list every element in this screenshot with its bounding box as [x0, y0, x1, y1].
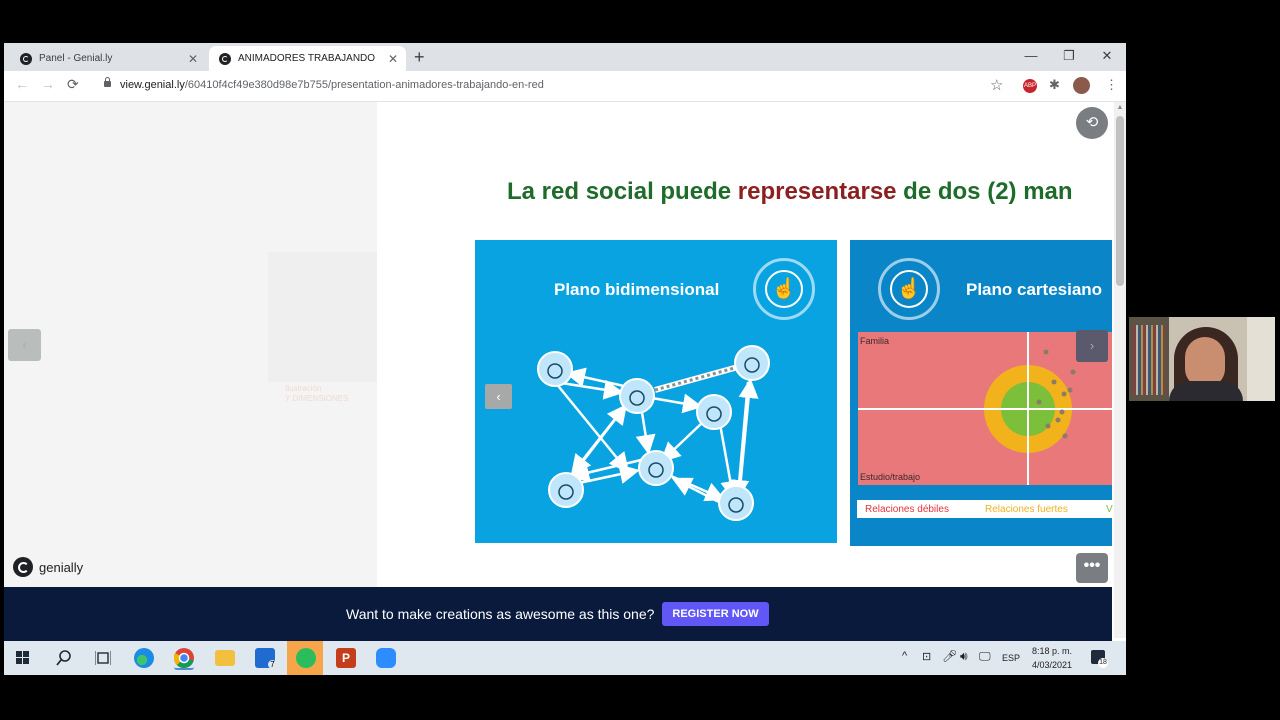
genially-favicon-icon: [20, 52, 32, 65]
page-scrollbar[interactable]: ▲ ▼: [1114, 102, 1126, 675]
close-tab-icon[interactable]: ✕: [388, 52, 398, 66]
reload-button[interactable]: ⟳: [67, 76, 79, 93]
task-view-icon[interactable]: [95, 651, 111, 665]
close-tab-icon[interactable]: ✕: [188, 52, 198, 66]
url-host: view.genial.ly: [120, 79, 185, 91]
cartesian-chart: Familia Estudio/trabajo: [858, 332, 1112, 485]
legend-weak-relations: Relaciones débiles: [865, 504, 949, 515]
extensions-puzzle-icon[interactable]: ✱: [1049, 77, 1060, 93]
card-next-button[interactable]: ›: [1076, 330, 1108, 362]
hand-pointer-icon: ☝: [896, 278, 922, 300]
genially-logo-icon: [13, 557, 33, 577]
zoom-icon[interactable]: [376, 648, 396, 668]
card-title: Plano cartesiano: [966, 280, 1103, 299]
legend-strong-relations: Relaciones fuertes: [985, 504, 1068, 515]
tab-animadores[interactable]: ANIMADORES TRABAJANDO EN RED ✕: [209, 46, 406, 71]
tab-strip: Panel - Genial.ly ✕ ANIMADORES TRABAJAND…: [4, 43, 1126, 71]
genially-favicon-icon: [219, 52, 231, 65]
show-hidden-icons-icon[interactable]: ^: [902, 650, 907, 662]
more-options-button[interactable]: •••: [1076, 553, 1108, 583]
ghost-slide-text: Ilustración Y DIMENSIONES: [285, 384, 349, 403]
browser-menu-icon[interactable]: ⋮: [1105, 77, 1118, 93]
windows-start-icon[interactable]: [16, 651, 30, 665]
edge-browser-icon[interactable]: [134, 648, 154, 668]
mail-icon[interactable]: 7: [255, 648, 277, 669]
presenter-face: [1185, 337, 1225, 387]
profile-avatar[interactable]: [1073, 77, 1090, 94]
restore-button[interactable]: ❐: [1054, 45, 1084, 67]
tab-panel-genially[interactable]: Panel - Genial.ly ✕: [10, 46, 206, 71]
chart-legend: Relaciones débiles Relaciones fuertes V: [857, 500, 1113, 518]
card-previous-button[interactable]: ‹: [485, 384, 512, 409]
tab-title: Panel - Genial.ly: [39, 53, 113, 64]
webcam-video-thumbnail: [1129, 317, 1275, 401]
banner-text: Want to make creations as awesome as thi…: [346, 606, 655, 622]
genially-viewer: Ilustración Y DIMENSIONES ‹ genially ⟲ L…: [4, 102, 1113, 587]
hand-pointer-icon: ☝: [771, 278, 797, 300]
tab-title: ANIMADORES TRABAJANDO EN RED: [238, 53, 378, 64]
adblock-extension-icon[interactable]: ABP: [1023, 79, 1037, 93]
back-button[interactable]: ←: [15, 76, 29, 92]
legend-third: V: [1106, 504, 1113, 515]
scroll-thumb[interactable]: [1116, 116, 1124, 286]
microphone-icon[interactable]: 🎤︎: [942, 649, 957, 663]
language-indicator[interactable]: ESP: [1002, 653, 1020, 663]
url-path: /60410f4cf49e380d98e7b755/presentation-a…: [184, 79, 544, 91]
mail-badge: 7: [268, 660, 277, 669]
network-drive-icon[interactable]: ⊡: [922, 650, 931, 663]
chrome-browser-icon[interactable]: [173, 648, 194, 670]
register-now-button[interactable]: REGISTER NOW: [662, 602, 769, 626]
genially-logo-text: genially: [39, 559, 84, 575]
search-icon[interactable]: [56, 650, 72, 666]
chat-app-icon[interactable]: [296, 648, 316, 668]
browser-toolbar: ← → ⟳ view.genial.ly/60410f4cf49e380d98e…: [4, 71, 1126, 102]
card-plano-bidimensional: Plano bidimensional ☝: [475, 240, 837, 543]
rotate-device-button[interactable]: ⟲: [1076, 107, 1108, 139]
touch-button[interactable]: ☝: [878, 258, 940, 320]
scroll-up-icon[interactable]: ▲: [1114, 104, 1126, 111]
close-window-button[interactable]: ✕: [1092, 45, 1122, 67]
lock-icon: [104, 77, 111, 87]
address-bar[interactable]: view.genial.ly/60410f4cf49e380d98e7b755/…: [120, 79, 544, 91]
browser-window: Panel - Genial.ly ✕ ANIMADORES TRABAJAND…: [4, 43, 1126, 675]
forward-button[interactable]: →: [41, 76, 55, 92]
clock-time[interactable]: 8:18 p. m.: [1032, 646, 1072, 656]
powerpoint-icon[interactable]: P: [336, 648, 356, 668]
bookmark-star-icon[interactable]: ☆: [990, 76, 1003, 94]
windows-taskbar: 7 P ^ ⊡ 🎤︎ 🔊︎ 🖵︎ ESP 8:18 p. m. 4/03/202…: [4, 641, 1126, 675]
axis-label-bottom: Estudio/trabajo: [860, 472, 921, 482]
minimize-button[interactable]: —: [1016, 45, 1046, 67]
clock-date[interactable]: 4/03/2021: [1032, 660, 1072, 670]
touch-button[interactable]: ☝: [753, 258, 815, 320]
previous-slide-button[interactable]: ‹: [8, 329, 41, 361]
register-banner: Want to make creations as awesome as thi…: [4, 587, 1112, 641]
notifications-icon[interactable]: 18: [1091, 650, 1108, 668]
previous-slide-preview: Ilustración Y DIMENSIONES ‹ genially: [4, 102, 377, 587]
slide-title: La red social puede representarse de dos…: [507, 178, 1073, 205]
notifications-badge: 18: [1098, 658, 1108, 668]
bookshelf: [1129, 317, 1169, 401]
genially-logo[interactable]: genially: [13, 557, 83, 577]
speaker-icon[interactable]: 🔊︎: [960, 649, 968, 664]
new-tab-button[interactable]: +: [414, 47, 425, 68]
network-icon[interactable]: 🖵︎: [979, 649, 991, 664]
file-explorer-icon[interactable]: [215, 650, 235, 666]
axis-label-top: Familia: [860, 336, 890, 346]
